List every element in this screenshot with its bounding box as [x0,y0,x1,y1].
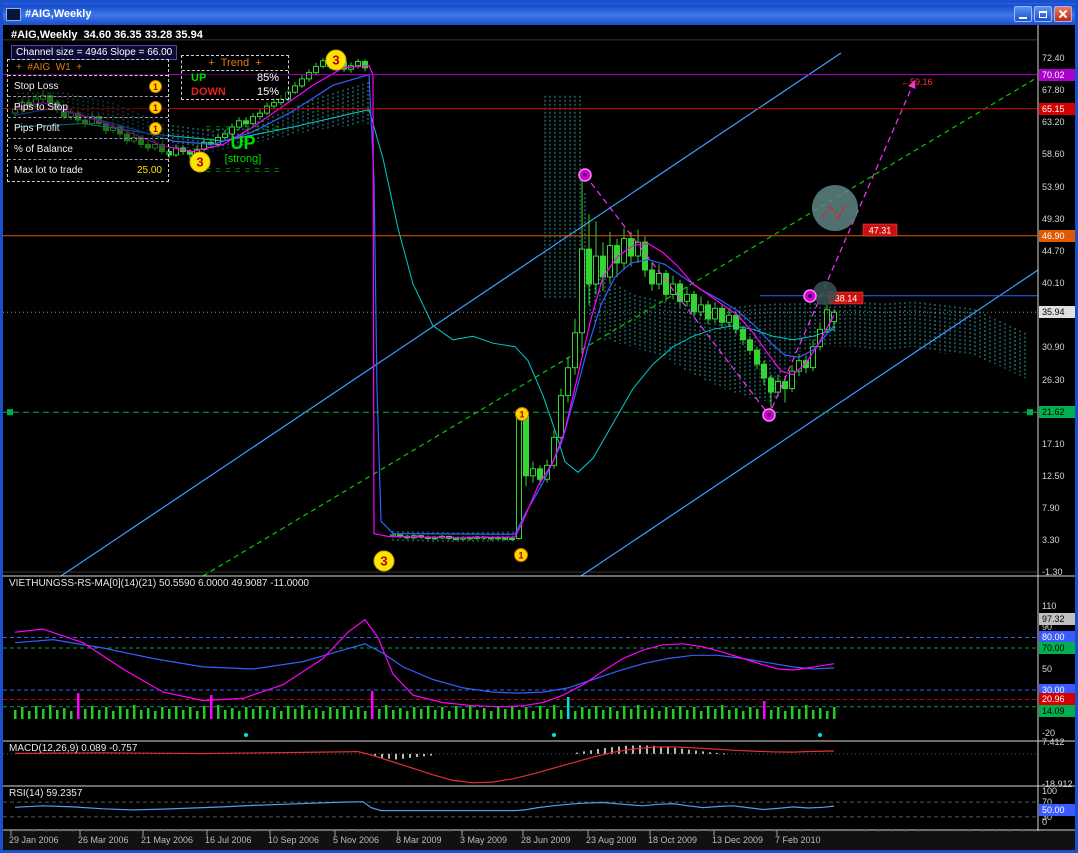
chart-window: #AIG,Weekly ←59.16 47.31 38.14 3 3 3 1 1 #AIG,W… [0,0,1078,853]
svg-text:1: 1 [519,410,524,420]
symbol-quote-line: #AIG,Weekly 34.60 36.35 33.28 35.94 [11,29,203,41]
minimize-button[interactable] [1014,6,1032,22]
scale-tick: 40.10 [1042,278,1065,289]
signal-direction: UP [230,133,256,153]
scale-tick: 67.80 [1042,85,1065,96]
info-panel-row-label: % of Balance [14,143,73,155]
info-panel-row-label: Max lot to trade [14,165,83,176]
time-axis-label: 16 Jul 2006 [205,835,252,845]
scale-tick: 7.412 [1042,736,1065,747]
restore-icon [1039,10,1047,18]
time-axis-label: 28 Jun 2009 [521,835,571,845]
info-panel-row-value: 25.00 [136,165,162,176]
svg-text:1: 1 [518,551,523,561]
scale-tick: 63.20 [1042,117,1065,128]
time-axis-label: 3 May 2009 [460,835,508,845]
info-panel-row: Pips Profit 1 [8,118,168,139]
restore-button[interactable] [1034,6,1052,22]
scale-tick: 44.70 [1042,246,1065,257]
channel-info: Channel size = 4946 Slope = 66.00 [11,45,178,60]
close-icon [1058,9,1068,19]
chart-app-icon [6,7,21,21]
indicator1-label: VIETHUNGSS-RS-MA[0](14)(21) 50.5590 6.00… [9,578,309,589]
time-axis-label: 8 Mar 2009 [396,835,442,845]
scale-tick: 49.30 [1042,214,1065,225]
time-axis-label: 21 May 2006 [141,835,194,845]
info-panel-rows: Stop Loss 1 Pips to Stop 1 Pips Profit 1 % of … [8,76,168,181]
indicator1-pane [3,618,1037,737]
scale-tick: 72.40 [1042,53,1065,63]
time-axis-label: 29 Jan 2006 [9,835,59,845]
chart-content: ←59.16 47.31 38.14 3 3 3 1 1 #AIG,Weekly 34.60 … [3,25,1075,850]
window-controls [1014,6,1072,22]
trend-down-label: DOWN [191,86,226,98]
svg-text:47.31: 47.31 [869,226,892,236]
scale-price-badge: 14.09 [1039,704,1075,717]
trend-panel: + Trend + UP 85% DOWN 15% [181,55,289,100]
info-panel-row: % of Balance [8,139,168,160]
trend-down-value: 15% [256,86,279,98]
svg-text:3: 3 [332,53,339,68]
scale-price-badge: 46.90 [1039,229,1075,242]
rsi-pane [3,801,1037,818]
time-axis-label: 7 Feb 2010 [775,835,821,845]
signal-1-icon: 1 [149,100,162,114]
svg-text:3: 3 [380,554,387,569]
title-bar[interactable]: #AIG,Weekly [3,3,1075,25]
scale-price-badge: 35.94 [1039,306,1075,319]
scale-tick: 30.90 [1042,342,1065,353]
trend-panel-title: + Trend + [182,56,288,71]
scale-price-badge: 70.00 [1039,641,1075,654]
scale-tick: 53.90 [1042,182,1065,193]
time-axis-label: 10 Sep 2006 [268,835,320,845]
info-panel-row: Stop Loss 1 [8,76,168,97]
scale-price-badge: 97.32 [1039,613,1075,626]
time-axis-label: 26 Mar 2006 [78,835,129,845]
info-panel-row-label: Pips to Stop [14,101,68,113]
svg-text:←59.16: ←59.16 [901,77,933,87]
scale-tick: 3.30 [1042,534,1060,545]
signal-dashes-bottom: = = = = = = = = [205,165,281,175]
scale-price-badge: 20.96 [1039,693,1075,706]
info-panel-row: Max lot to trade 25.00 [8,160,168,181]
scale-tick: 26.30 [1042,374,1065,385]
macd-pane [3,745,1037,784]
scale-tick: -1.30 [1042,567,1063,577]
time-axis-label: 18 Oct 2009 [648,835,698,845]
rsi-label: RSI(14) 59.2357 [9,788,83,799]
signal-1-icon: 1 [149,121,162,135]
close-button[interactable] [1054,6,1072,22]
macd-label: MACD(12,26,9) 0.089 -0.757 [9,743,138,754]
signal-block: = = = = = = = = UP [strong] = = = = = = … [191,124,295,175]
trend-up-value: 85% [256,72,279,84]
scale-price-badge: 50.00 [1039,803,1075,816]
scale-tick: 7.90 [1042,502,1060,513]
scale-price-badge: 21.62 [1039,406,1075,419]
scale-tick: 0 [1042,817,1048,827]
trend-up-label: UP [191,72,207,84]
info-panel-row-label: Stop Loss [14,80,59,92]
time-axis-label: 23 Aug 2009 [586,835,637,845]
trend-down-row: DOWN 15% [182,85,288,99]
signal-1-icon: 1 [149,79,162,93]
scale-tick: 12.50 [1042,470,1065,481]
scale-tick: 50 [1042,663,1053,674]
minimize-icon [1019,17,1027,19]
scale-tick: 58.60 [1042,149,1065,160]
time-axis-label: 5 Nov 2006 [333,835,380,845]
scale-price-badge: 70.02 [1039,68,1075,81]
info-panel-row: Pips to Stop 1 [8,97,168,118]
time-axis-label: 13 Dec 2009 [712,835,764,845]
window-title: #AIG,Weekly [25,8,92,20]
info-panel: + #AIG W1 + Stop Loss 1 Pips to Stop 1 Pips … [7,59,169,182]
trend-up-row: UP 85% [182,71,288,85]
scale-tick: 110 [1042,600,1057,611]
scale-tick: 17.10 [1042,438,1065,449]
scale-tick: 100 [1042,786,1058,796]
signal-dashes-top: = = = = = = = = [205,123,281,133]
info-panel-row-label: Pips Profit [14,122,60,134]
info-panel-title: + #AIG W1 + [8,60,168,76]
svg-text:38.14: 38.14 [835,294,858,304]
scale-price-badge: 65.15 [1039,102,1075,115]
